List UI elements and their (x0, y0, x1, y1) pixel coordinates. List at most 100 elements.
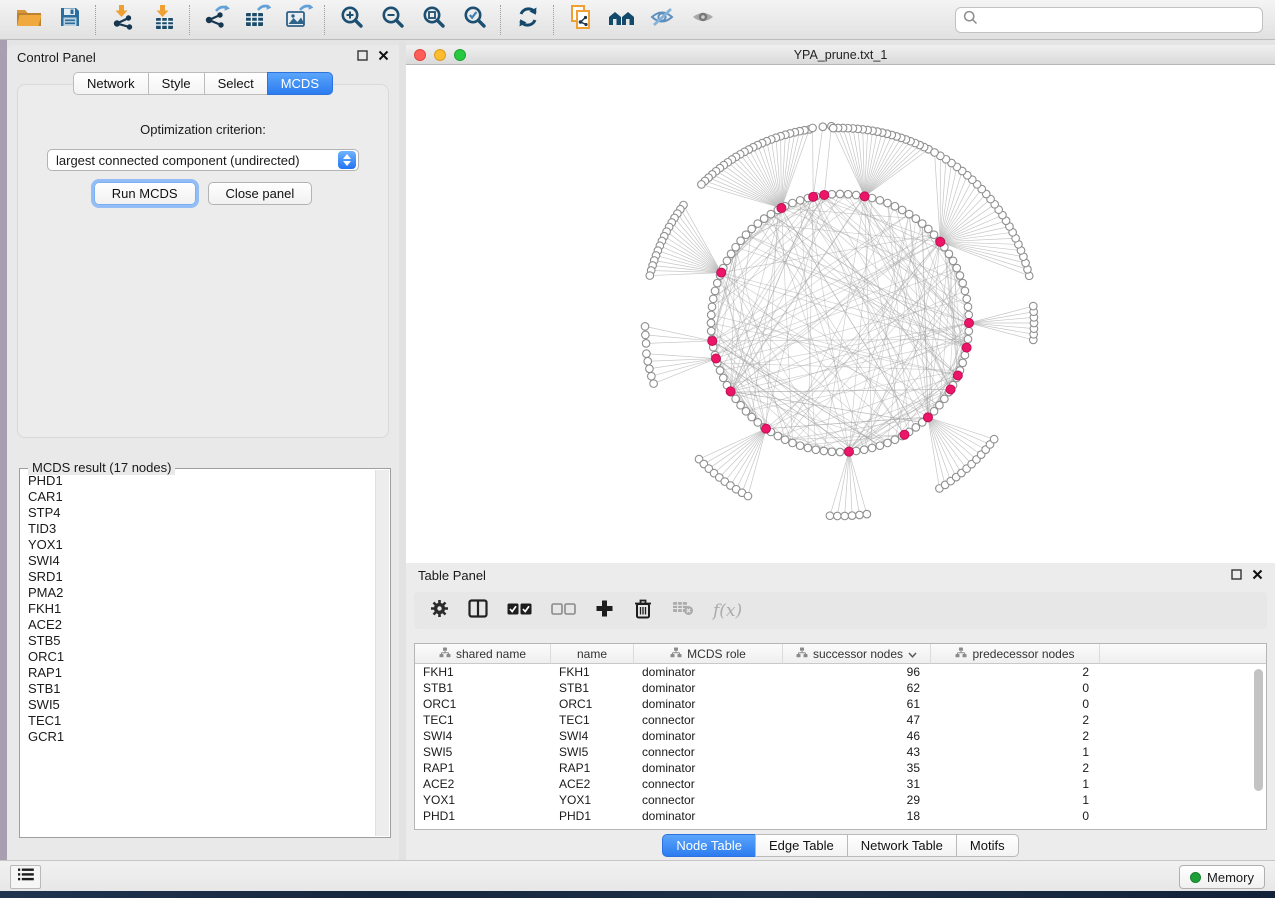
open-session-button[interactable] (8, 3, 49, 37)
network-node[interactable] (949, 257, 957, 265)
network-node[interactable] (963, 295, 971, 303)
network-node[interactable] (781, 436, 789, 444)
network-node[interactable] (905, 210, 913, 218)
mcds-dominator-node[interactable] (711, 354, 720, 363)
network-node[interactable] (707, 311, 715, 319)
mcds-result-item[interactable]: CAR1 (21, 489, 375, 505)
network-node[interactable] (891, 202, 899, 210)
mcds-dominator-node[interactable] (762, 424, 771, 433)
network-node[interactable] (990, 435, 998, 443)
mcds-dominator-node[interactable] (860, 192, 869, 201)
network-node[interactable] (964, 303, 972, 311)
network-node[interactable] (774, 432, 782, 440)
network-node[interactable] (884, 199, 892, 207)
network-node[interactable] (707, 327, 715, 335)
mcds-result-item[interactable]: FKH1 (21, 601, 375, 617)
network-node[interactable] (812, 446, 820, 454)
network-node[interactable] (941, 395, 949, 403)
zoom-selected-button[interactable] (454, 3, 495, 37)
network-node[interactable] (727, 250, 735, 258)
table-row[interactable]: SWI4SWI4dominator462 (415, 728, 1266, 744)
show-all-button[interactable] (683, 3, 724, 37)
mcds-result-item[interactable]: SWI4 (21, 553, 375, 569)
network-node[interactable] (828, 448, 836, 456)
network-node[interactable] (698, 181, 706, 189)
hide-selected-button[interactable] (642, 3, 683, 37)
network-node[interactable] (642, 331, 650, 339)
network-node[interactable] (767, 210, 775, 218)
network-node[interactable] (796, 197, 804, 205)
network-node[interactable] (953, 264, 961, 272)
mcds-dominator-node[interactable] (936, 237, 945, 246)
network-node[interactable] (829, 124, 837, 132)
float-panel-icon[interactable] (1231, 567, 1242, 585)
column-header-mcds_role[interactable]: MCDS role (634, 644, 783, 664)
network-node[interactable] (789, 199, 797, 207)
tab-motifs[interactable]: Motifs (956, 834, 1019, 857)
close-panel-icon[interactable] (1252, 567, 1263, 585)
mcds-dominator-node[interactable] (777, 204, 786, 213)
mcds-dominator-node[interactable] (708, 336, 717, 345)
network-canvas[interactable] (406, 65, 1275, 564)
settings-button[interactable] (430, 599, 449, 623)
network-node[interactable] (642, 340, 650, 348)
mcds-dominator-node[interactable] (965, 319, 974, 328)
network-node[interactable] (820, 447, 828, 455)
mcds-result-item[interactable]: PMA2 (21, 585, 375, 601)
column-header-predecessor_nodes[interactable]: predecessor nodes (931, 644, 1100, 664)
network-node[interactable] (716, 367, 724, 375)
table-row[interactable]: TEC1TEC1connector472 (415, 712, 1266, 728)
network-node[interactable] (868, 444, 876, 452)
network-node[interactable] (834, 512, 842, 520)
table-row[interactable]: STB1STB1dominator620 (415, 680, 1266, 696)
network-node[interactable] (863, 510, 871, 518)
network-node[interactable] (965, 327, 973, 335)
network-node[interactable] (650, 380, 658, 388)
duplicate-network-button[interactable] (560, 3, 601, 37)
network-node[interactable] (754, 220, 762, 228)
mcds-dominator-node[interactable] (953, 371, 962, 380)
zoom-in-button[interactable] (331, 3, 372, 37)
memory-button[interactable]: Memory (1179, 865, 1265, 889)
import-network-button[interactable] (102, 3, 143, 37)
search-field[interactable] (955, 7, 1263, 33)
mcds-result-item[interactable]: YOX1 (21, 537, 375, 553)
network-node[interactable] (826, 512, 834, 520)
network-node[interactable] (709, 295, 717, 303)
optimization-criterion-select[interactable]: largest connected component (undirected) (47, 149, 359, 171)
network-node[interactable] (646, 365, 654, 373)
table-row[interactable]: ACE2ACE2connector311 (415, 776, 1266, 792)
status-menu-button[interactable] (10, 865, 41, 889)
network-node[interactable] (848, 512, 856, 520)
network-node[interactable] (711, 287, 719, 295)
mcds-result-item[interactable]: RAP1 (21, 665, 375, 681)
vertical-splitter[interactable] (399, 40, 406, 860)
network-node[interactable] (891, 436, 899, 444)
network-node[interactable] (723, 257, 731, 265)
search-input[interactable] (978, 11, 1255, 28)
refresh-button[interactable] (507, 3, 548, 37)
export-table-button[interactable] (237, 3, 278, 37)
mcds-dominator-node[interactable] (962, 343, 971, 352)
mcds-result-item[interactable]: STB5 (21, 633, 375, 649)
mcds-result-item[interactable]: SWI5 (21, 697, 375, 713)
network-node[interactable] (809, 124, 817, 132)
table-row[interactable]: RAP1RAP1dominator352 (415, 760, 1266, 776)
table-row[interactable]: FKH1FKH1dominator962 (415, 664, 1266, 680)
network-node[interactable] (836, 190, 844, 198)
tab-mcds[interactable]: MCDS (267, 72, 333, 95)
mcds-dominator-node[interactable] (946, 385, 955, 394)
tab-style[interactable]: Style (148, 72, 204, 95)
network-node[interactable] (732, 395, 740, 403)
float-panel-icon[interactable] (357, 48, 368, 66)
mcds-dominator-node[interactable] (809, 192, 818, 201)
network-node[interactable] (742, 231, 750, 239)
network-node[interactable] (719, 374, 727, 382)
delete-column-button[interactable] (633, 598, 653, 624)
network-node[interactable] (912, 215, 920, 223)
mcds-result-item[interactable]: TID3 (21, 521, 375, 537)
mcds-result-item[interactable]: SRD1 (21, 569, 375, 585)
network-node[interactable] (945, 250, 953, 258)
table-row[interactable]: YOX1YOX1connector291 (415, 792, 1266, 808)
mcds-result-item[interactable]: TEC1 (21, 713, 375, 729)
